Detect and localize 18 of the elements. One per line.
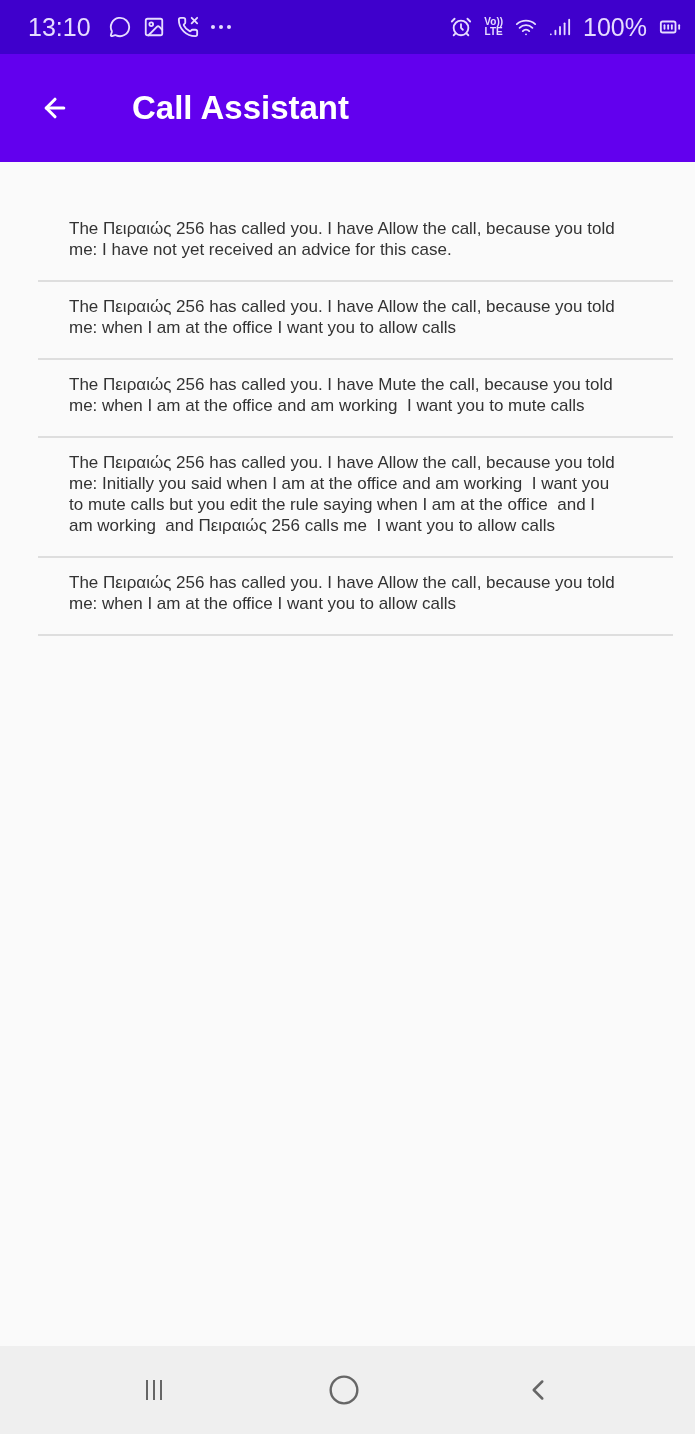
chat-bubble-icon bbox=[108, 16, 131, 38]
home-icon bbox=[327, 1374, 360, 1406]
call-log-message: The Πειραιώς 256 has called you. I have Allow the call, because you told me: I have not yet received an advice for this case. bbox=[69, 218, 616, 260]
app-bar-title: Call Assistant bbox=[132, 89, 349, 127]
battery-percentage: 100% bbox=[583, 12, 647, 42]
volte-label: LTE bbox=[484, 27, 503, 37]
call-log-message: The Πειραιώς 256 has called you. I have Allow the call, because you told me: when I am at the office I want you to allow calls bbox=[69, 572, 616, 614]
image-icon bbox=[142, 16, 165, 38]
call-log-message: The Πειραιώς 256 has called you. I have Allow the call, because you told me: when I am at the office I want you to allow calls bbox=[69, 296, 616, 338]
call-log-message: The Πειραιώς 256 has called you. I have Mute the call, because you told me: when I am at the office and am working I want you to mute calls bbox=[69, 374, 614, 416]
signal-icon bbox=[549, 16, 572, 38]
volte-label: Vo)) bbox=[484, 17, 504, 27]
status-time: 13:10 bbox=[28, 12, 91, 42]
home-button[interactable] bbox=[327, 1374, 360, 1406]
more-icon bbox=[210, 25, 231, 29]
alarm-icon bbox=[450, 16, 473, 38]
missed-call-icon bbox=[176, 16, 199, 38]
call-log-message: The Πειραιώς 256 has called you. I have Allow the call, because you told me: Initially you said when I am at the office and am working I want you to mute calls but you edit the rule saying when I am at the office and I am working and Πειραιώς 256 calls me I want you to allow calls bbox=[69, 452, 616, 536]
